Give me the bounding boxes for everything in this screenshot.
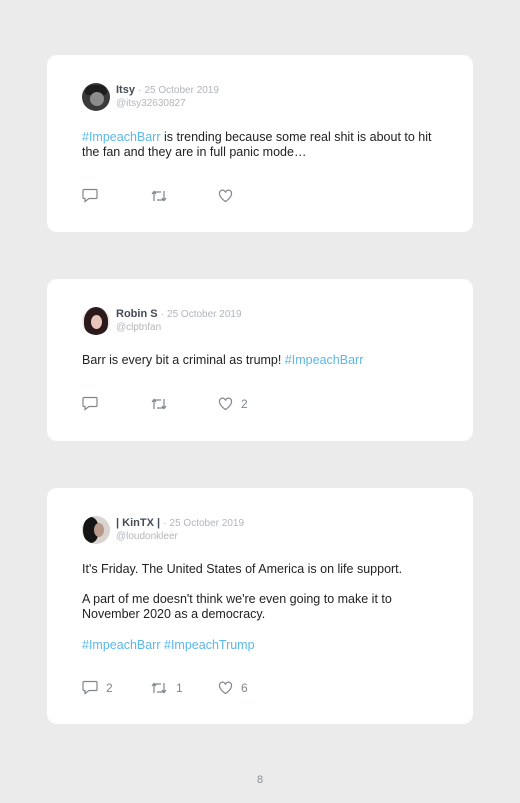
reply-count: 2 [106, 680, 113, 695]
like-count: 2 [241, 396, 248, 411]
retweet-button[interactable]: 1 [150, 681, 218, 695]
hashtag-link[interactable]: #ImpeachBarr [82, 130, 161, 144]
tweet-paragraph: A part of me doesn't think we're even go… [82, 592, 392, 621]
tweet-paragraph: It's Friday. The United States of Americ… [82, 562, 403, 576]
tweet-date: 25 October 2019 [169, 518, 245, 529]
separator: · [163, 518, 167, 529]
like-button[interactable]: 2 [218, 397, 248, 411]
reply-button[interactable] [82, 188, 150, 203]
tweet-card: Itsy · 25 October 2019 @itsy32630827 #Im… [47, 55, 473, 232]
like-icon [218, 397, 233, 410]
tweet-date: 25 October 2019 [167, 309, 242, 320]
avatar[interactable] [82, 516, 110, 544]
author-handle[interactable]: @clptnfan [116, 321, 242, 334]
retweet-icon [151, 398, 167, 409]
tweet-body: Barr is every bit a criminal as trump! [82, 353, 285, 367]
retweet-count: 1 [176, 680, 183, 695]
tweet-author: | KinTX | · 25 October 2019 @loudonkleer [82, 516, 244, 544]
tweet-card: Robin S · 25 October 2019 @clptnfan Barr… [47, 279, 473, 441]
avatar[interactable] [82, 83, 110, 111]
like-button[interactable] [218, 189, 241, 203]
tweet-text: Barr is every bit a criminal as trump! #… [82, 353, 443, 368]
tweet-author: Robin S · 25 October 2019 @clptnfan [82, 307, 242, 335]
avatar[interactable] [82, 307, 110, 335]
hashtag-link[interactable]: #ImpeachTrump [164, 638, 255, 652]
separator: · [160, 309, 164, 320]
tweet-actions: 2 [82, 396, 248, 411]
tweet-text: #ImpeachBarr is trending because some re… [82, 130, 443, 160]
hashtag-link[interactable]: #ImpeachBarr [285, 353, 364, 367]
page-number: 8 [256, 774, 264, 786]
author-name[interactable]: Robin S [116, 308, 158, 320]
tweet-actions: 2 1 6 [82, 680, 248, 695]
like-button[interactable]: 6 [218, 681, 248, 695]
tweet-hashtags: #ImpeachBarr #ImpeachTrump [82, 638, 443, 653]
retweet-button[interactable] [150, 189, 218, 203]
tweet-date: 25 October 2019 [144, 85, 219, 96]
retweet-icon [151, 190, 167, 201]
hashtag-link[interactable]: #ImpeachBarr [82, 638, 161, 652]
tweet-actions [82, 188, 241, 203]
author-handle[interactable]: @loudonkleer [116, 530, 244, 543]
reply-icon [82, 188, 98, 203]
reply-icon [82, 396, 98, 411]
author-name[interactable]: Itsy [116, 84, 135, 96]
author-handle[interactable]: @itsy32630827 [116, 97, 219, 110]
retweet-icon [151, 682, 167, 693]
retweet-button[interactable] [150, 397, 218, 411]
tweet-card: | KinTX | · 25 October 2019 @loudonkleer… [47, 488, 473, 724]
author-name[interactable]: | KinTX | [116, 517, 160, 529]
reply-icon [82, 680, 98, 695]
like-icon [218, 189, 233, 202]
like-count: 6 [241, 680, 248, 695]
reply-button[interactable]: 2 [82, 680, 150, 695]
reply-button[interactable] [82, 396, 150, 411]
separator: · [138, 85, 142, 96]
tweet-author: Itsy · 25 October 2019 @itsy32630827 [82, 83, 219, 111]
like-icon [218, 681, 233, 694]
